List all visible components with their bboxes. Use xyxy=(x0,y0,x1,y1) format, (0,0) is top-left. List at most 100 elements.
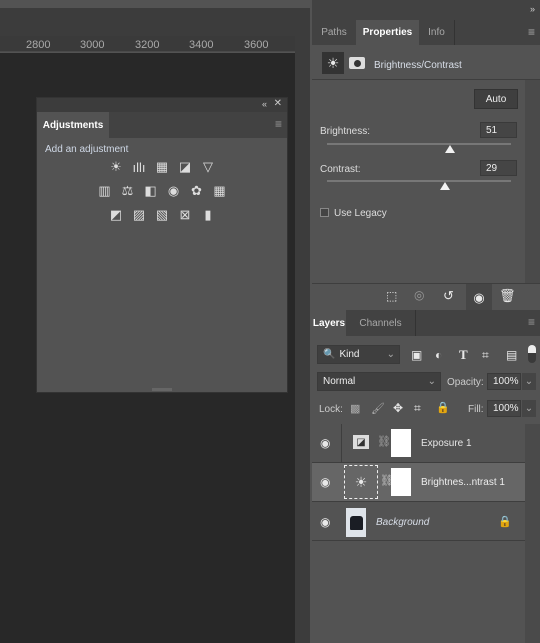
posterize-icon[interactable]: ▨ xyxy=(130,206,148,224)
reset-icon[interactable]: ↺ xyxy=(443,288,454,304)
view-previous-state-icon[interactable]: ◎ xyxy=(414,288,424,302)
lock-transparent-icon[interactable]: ▩ xyxy=(350,402,360,415)
layer-row-brightness-contrast[interactable]: ◉ ☀ ⛓ Brightnes...ntrast 1 xyxy=(312,463,525,502)
collapse-icon[interactable]: « xyxy=(262,99,267,109)
layer-mask-thumbnail[interactable] xyxy=(391,468,411,496)
exposure-icon: ◪ xyxy=(353,435,369,449)
brightness-contrast-icon[interactable]: ☀ xyxy=(322,52,344,74)
properties-body: Auto Brightness: 51 Contrast: 29 Use Leg… xyxy=(312,80,525,283)
ruler-tick: 3400 xyxy=(189,39,214,51)
filter-toggle[interactable] xyxy=(528,345,536,363)
chevron-down-icon: ⌄ xyxy=(386,349,395,360)
black-white-icon[interactable]: ◧ xyxy=(142,182,160,200)
brightness-contrast-icon[interactable]: ☀ xyxy=(107,158,125,176)
tab-info[interactable]: Info xyxy=(419,20,455,45)
filter-kind-value: Kind xyxy=(339,349,360,360)
add-adjustment-label: Add an adjustment xyxy=(45,144,129,155)
properties-scrollbar[interactable] xyxy=(525,80,540,283)
blend-mode-value: Normal xyxy=(323,376,356,387)
ruler-tick: 3000 xyxy=(80,39,105,51)
filter-shape-icon[interactable]: ⌗ xyxy=(482,348,489,363)
lock-artboard-icon[interactable]: ⌗ xyxy=(414,401,421,416)
mask-icon[interactable] xyxy=(349,57,365,69)
adjustment-name: Brightness/Contrast xyxy=(374,60,462,71)
layer-name[interactable]: Brightnes...ntrast 1 xyxy=(421,477,505,488)
brightness-slider-track[interactable] xyxy=(327,143,511,145)
panel-menu-icon[interactable]: ≡ xyxy=(528,25,535,39)
threshold-icon[interactable]: ▧ xyxy=(153,206,171,224)
brightness-label: Brightness: xyxy=(320,126,371,137)
blend-mode-select[interactable]: Normal ⌄ xyxy=(317,372,441,391)
channel-mixer-icon[interactable]: ✿ xyxy=(188,182,206,200)
close-icon[interactable]: ✕ xyxy=(274,98,282,109)
expand-panels-icon[interactable]: » xyxy=(530,4,535,14)
tab-paths[interactable]: Paths xyxy=(312,20,356,45)
layer-name[interactable]: Exposure 1 xyxy=(421,438,472,449)
curves-icon[interactable]: ▦ xyxy=(153,158,171,176)
visibility-icon[interactable]: ◉ xyxy=(466,284,492,311)
invert-icon[interactable]: ◩ xyxy=(107,206,125,224)
tab-properties[interactable]: Properties xyxy=(356,20,419,45)
vibrance-icon[interactable]: ▽ xyxy=(199,158,217,176)
adjustment-row: ◩ ▨ ▧ ⊠ ▮ xyxy=(37,206,287,224)
lock-position-icon[interactable]: ✥ xyxy=(393,401,403,415)
brightness-contrast-icon: ☀ xyxy=(344,465,378,499)
adjustment-row: ▥ ⚖ ◧ ◉ ✿ ▦ xyxy=(37,182,287,200)
visibility-eye-icon[interactable]: ◉ xyxy=(320,436,330,450)
color-balance-icon[interactable]: ⚖ xyxy=(119,182,137,200)
layer-mask-thumbnail[interactable] xyxy=(391,429,411,457)
tab-layers[interactable]: Layers xyxy=(312,310,346,336)
filter-adjustment-icon[interactable]: ◐ xyxy=(435,348,442,362)
tab-adjustments[interactable]: Adjustments xyxy=(37,112,109,138)
fill-input[interactable]: 100% xyxy=(487,400,521,417)
ruler-tick: 2800 xyxy=(26,39,51,51)
link-icon[interactable]: ⛓ xyxy=(377,435,391,448)
delete-icon[interactable]: 🗑 xyxy=(499,288,516,304)
opacity-dropdown-icon[interactable]: ⌄ xyxy=(522,373,536,390)
layer-name[interactable]: Background xyxy=(376,517,429,528)
exposure-icon[interactable]: ◪ xyxy=(176,158,194,176)
ruler-tick: 3600 xyxy=(244,39,269,51)
layers-scrollbar[interactable] xyxy=(525,424,540,643)
lock-all-icon[interactable]: 🔒 xyxy=(436,401,450,414)
panel-menu-icon[interactable]: ≡ xyxy=(275,117,282,131)
layer-row-exposure[interactable]: ◉ ◪ ⛓ Exposure 1 xyxy=(312,424,525,463)
properties-header: ☀ Brightness/Contrast xyxy=(312,45,540,80)
filter-pixel-icon[interactable]: ▣ xyxy=(411,348,422,362)
photo-filter-icon[interactable]: ◉ xyxy=(165,182,183,200)
color-lookup-icon[interactable]: ▦ xyxy=(211,182,229,200)
filter-type-icon[interactable]: T xyxy=(459,347,468,363)
brightness-slider-thumb[interactable] xyxy=(445,145,455,153)
filter-kind-select[interactable]: 🔍 Kind ⌄ xyxy=(317,345,400,364)
fill-dropdown-icon[interactable]: ⌄ xyxy=(522,400,536,417)
panel-menu-icon[interactable]: ≡ xyxy=(528,315,535,329)
chevron-down-icon: ⌄ xyxy=(427,376,436,387)
visibility-eye-icon[interactable]: ◉ xyxy=(320,475,330,489)
gradient-map-icon[interactable]: ▮ xyxy=(199,206,217,224)
auto-button[interactable]: Auto xyxy=(474,89,518,109)
use-legacy-label: Use Legacy xyxy=(334,208,387,219)
selective-color-icon[interactable]: ⊠ xyxy=(176,206,194,224)
search-icon: 🔍 xyxy=(323,349,336,360)
clip-to-layer-icon[interactable]: ⬚ xyxy=(386,289,397,303)
layer-row-background[interactable]: ◉ Background 🔒 xyxy=(312,502,525,541)
tab-channels[interactable]: Channels xyxy=(346,310,416,336)
layer-thumbnail[interactable] xyxy=(346,508,366,537)
ruler-tick: 3200 xyxy=(135,39,160,51)
hue-saturation-icon[interactable]: ▥ xyxy=(96,182,114,200)
horizontal-ruler: 2800 3000 3200 3400 3600 xyxy=(0,36,295,52)
levels-icon[interactable]: ıllı xyxy=(130,158,148,176)
opacity-input[interactable]: 100% xyxy=(487,373,521,390)
vertical-scrollbar[interactable] xyxy=(295,8,310,643)
contrast-input[interactable]: 29 xyxy=(480,160,517,176)
brightness-input[interactable]: 51 xyxy=(480,122,517,138)
use-legacy-checkbox[interactable] xyxy=(320,208,329,217)
contrast-slider-thumb[interactable] xyxy=(440,182,450,190)
opacity-label: Opacity: xyxy=(447,377,484,388)
lock-image-icon[interactable]: 🖌 xyxy=(371,402,385,415)
contrast-slider-track[interactable] xyxy=(327,180,511,182)
adjustment-row: ☀ ıllı ▦ ◪ ▽ xyxy=(37,158,287,176)
filter-smart-object-icon[interactable]: ▤ xyxy=(506,348,517,362)
resize-handle[interactable] xyxy=(152,388,172,391)
visibility-eye-icon[interactable]: ◉ xyxy=(320,515,330,529)
